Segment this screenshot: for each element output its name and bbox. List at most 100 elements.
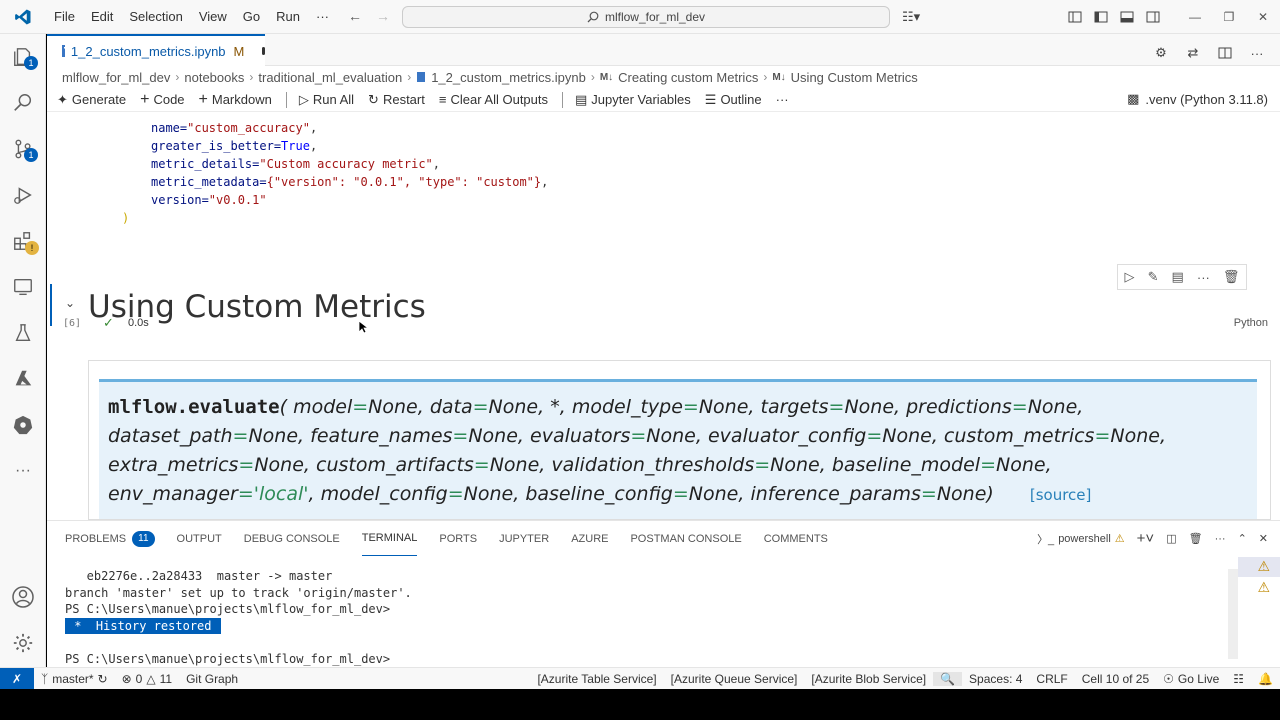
new-terminal-icon[interactable]: +˅: [1137, 530, 1155, 547]
close-panel-icon[interactable]: ✕: [1259, 532, 1268, 545]
tab-terminal[interactable]: TERMINAL: [361, 521, 418, 556]
testing-flask-icon[interactable]: [0, 310, 46, 356]
edit-pencil-icon[interactable]: ✎: [1148, 269, 1159, 285]
delete-trash-icon[interactable]: 🗑: [1223, 269, 1240, 285]
azurite-blob-button[interactable]: [Azurite Blob Service]: [804, 672, 933, 686]
tab-problems[interactable]: PROBLEMS 11: [65, 521, 155, 556]
explorer-icon[interactable]: 1: [0, 34, 46, 80]
breadcrumb-item[interactable]: traditional_ml_evaluation: [258, 70, 402, 85]
toggle-secondary-sidebar-icon[interactable]: [1140, 4, 1166, 30]
toggle-sidebar-icon[interactable]: [1088, 4, 1114, 30]
maximize-panel-icon[interactable]: ⌃: [1238, 532, 1247, 545]
problems-status[interactable]: ⊗ 0 △ 11: [115, 672, 179, 686]
azure-icon[interactable]: [0, 356, 46, 402]
collapse-chevron-icon[interactable]: ⌄: [65, 296, 75, 310]
code-punct: ,: [309, 121, 318, 135]
more-actions-icon[interactable]: ···: [1244, 40, 1270, 66]
tab-azure[interactable]: AZURE: [571, 521, 608, 556]
terminal-line: eb2276e..2a28433 master -> master: [65, 569, 333, 583]
minimize-icon[interactable]: —: [1178, 10, 1212, 24]
tab-jupyter[interactable]: JUPYTER: [499, 521, 549, 556]
menu-edit[interactable]: Edit: [83, 9, 121, 24]
terminal-output[interactable]: eb2276e..2a28433 master -> master branch…: [65, 569, 412, 669]
eol-button[interactable]: CRLF: [1029, 672, 1074, 686]
terminal-scrollbar[interactable]: [1228, 569, 1238, 659]
menu-run[interactable]: Run: [268, 9, 308, 24]
tab-postman-console[interactable]: POSTMAN CONSOLE: [630, 521, 741, 556]
code-param-value: "Custom accuracy metric": [259, 157, 433, 171]
tab-output[interactable]: OUTPUT: [177, 521, 222, 556]
run-debug-icon[interactable]: [0, 172, 46, 218]
jupyter-variables-button[interactable]: ▤ Jupyter Variables: [575, 92, 691, 108]
menu-view[interactable]: View: [191, 9, 235, 24]
cell-position[interactable]: Cell 10 of 25: [1075, 672, 1156, 686]
add-code-button[interactable]: + Code: [140, 91, 184, 109]
more-views-icon[interactable]: ···: [0, 448, 46, 494]
indentation-button[interactable]: Spaces: 4: [962, 672, 1029, 686]
param-default: None: [996, 454, 1046, 476]
param: predictions: [906, 396, 1012, 418]
tab-ports[interactable]: PORTS: [439, 521, 477, 556]
tab-notebook[interactable]: 1_2_custom_metrics.ipynb M: [47, 34, 265, 66]
settings-small-icon[interactable]: ⚙: [1148, 40, 1174, 66]
zoom-icon[interactable]: 🔍: [933, 671, 963, 686]
close-window-icon[interactable]: ✕: [1246, 10, 1280, 24]
copilot-status-icon[interactable]: ☷: [1226, 672, 1251, 686]
terminal-warning-icon[interactable]: ⚠: [1257, 558, 1270, 575]
outline-button[interactable]: ☰ Outline: [705, 92, 762, 108]
go-live-button[interactable]: ☉ Go Live: [1156, 672, 1226, 686]
run-all-button[interactable]: ▷ Run All: [299, 92, 354, 108]
restore-icon[interactable]: ❐: [1212, 10, 1246, 24]
breadcrumb-item[interactable]: notebooks: [184, 70, 244, 85]
source-link: [source]: [1029, 486, 1092, 504]
code-cell[interactable]: name="custom_accuracy", greater_is_bette…: [47, 114, 1280, 330]
tab-comments[interactable]: COMMENTS: [764, 521, 828, 556]
terminal-shell-selector[interactable]: 〉_ powershell ⚠: [1037, 531, 1125, 547]
terminal-warning-icon[interactable]: ⚠: [1257, 579, 1270, 596]
cell-more-icon[interactable]: ···: [1197, 270, 1210, 285]
remote-explorer-icon[interactable]: [0, 264, 46, 310]
breadcrumb-item[interactable]: Using Custom Metrics: [791, 70, 918, 85]
search-activity-icon[interactable]: [0, 80, 46, 126]
accounts-icon[interactable]: [0, 574, 46, 620]
execute-cell-icon[interactable]: ▷: [1125, 269, 1135, 285]
unsaved-dot-icon[interactable]: [262, 47, 265, 55]
menu-more[interactable]: ···: [308, 9, 337, 24]
notifications-bell-icon[interactable]: 🔔: [1251, 672, 1280, 686]
tab-debug-console[interactable]: DEBUG CONSOLE: [244, 521, 340, 556]
branch-status[interactable]: ᛉ master* ↻: [34, 672, 115, 686]
panel-more-icon[interactable]: ···: [1215, 533, 1226, 545]
customize-layout-icon[interactable]: [1062, 4, 1088, 30]
split-terminal-icon[interactable]: ◫: [1166, 532, 1176, 545]
source-control-icon[interactable]: 1: [0, 126, 46, 172]
split-editor-icon[interactable]: [1212, 40, 1238, 66]
menu-selection[interactable]: Selection: [121, 9, 190, 24]
kubernetes-icon[interactable]: [0, 402, 46, 448]
forward-arrow-icon[interactable]: →: [376, 8, 390, 24]
add-markdown-button[interactable]: + Markdown: [199, 91, 272, 109]
toolbar-more-button[interactable]: ···: [776, 92, 789, 107]
azurite-queue-button[interactable]: [Azurite Queue Service]: [664, 672, 805, 686]
breadcrumb-item[interactable]: Creating custom Metrics: [618, 70, 758, 85]
breadcrumb-item[interactable]: mlflow_for_ml_dev: [62, 70, 170, 85]
kill-terminal-trash-icon[interactable]: 🗑: [1189, 532, 1203, 545]
clear-outputs-button[interactable]: ≡ Clear All Outputs: [439, 92, 548, 107]
restart-button[interactable]: ↻ Restart: [368, 92, 425, 108]
settings-gear-icon[interactable]: [0, 620, 46, 666]
remote-indicator-icon[interactable]: ✗: [0, 667, 34, 690]
kernel-picker[interactable]: ▩ .venv (Python 3.11.8): [1127, 91, 1268, 107]
command-center-search[interactable]: mlflow_for_ml_dev: [402, 6, 890, 28]
toggle-panel-icon[interactable]: [1114, 4, 1140, 30]
menu-file[interactable]: File: [46, 9, 83, 24]
menu-go[interactable]: Go: [235, 9, 268, 24]
cell-language[interactable]: Python: [1234, 317, 1268, 329]
split-cell-icon[interactable]: ▤: [1172, 269, 1184, 285]
breadcrumb-item[interactable]: 1_2_custom_metrics.ipynb: [431, 70, 586, 85]
git-graph-button[interactable]: Git Graph: [179, 672, 245, 686]
compare-changes-icon[interactable]: ⇄: [1180, 40, 1206, 66]
extensions-icon[interactable]: !: [0, 218, 46, 264]
copilot-icon[interactable]: ☷▾: [902, 9, 920, 25]
back-arrow-icon[interactable]: ←: [348, 8, 362, 24]
azurite-table-button[interactable]: [Azurite Table Service]: [530, 672, 663, 686]
generate-button[interactable]: ✦ Generate: [57, 92, 126, 108]
